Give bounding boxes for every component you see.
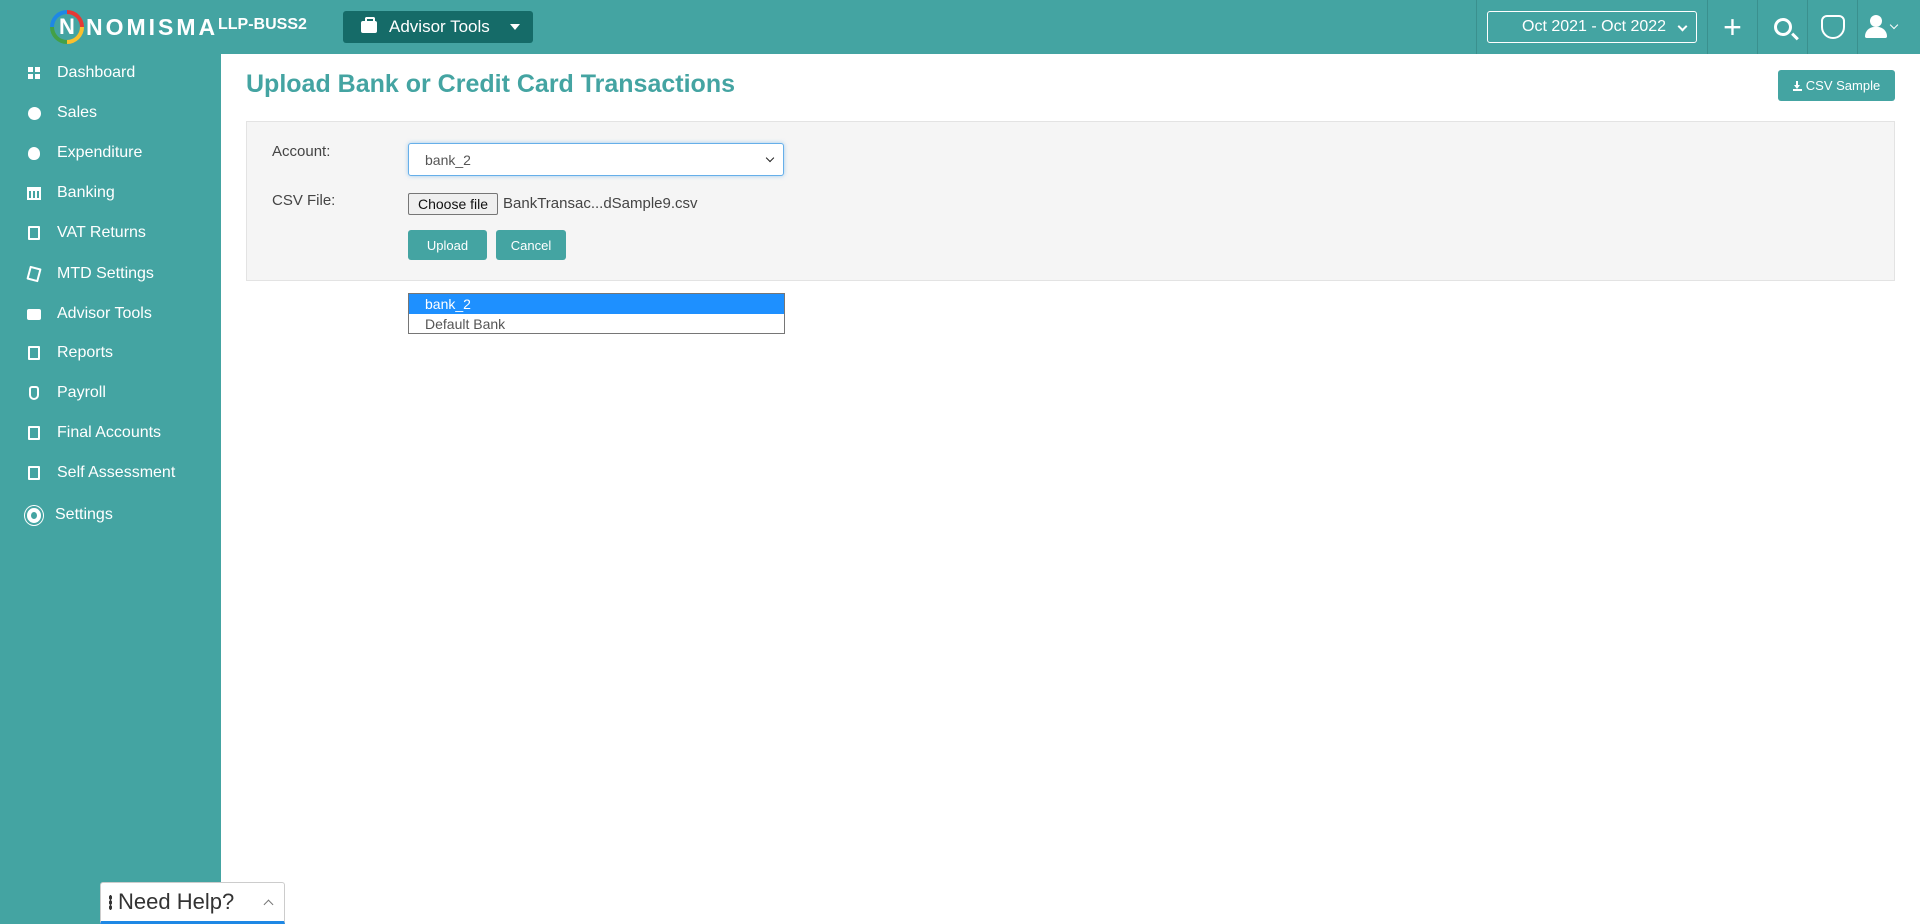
csv-sample-button[interactable]: CSV Sample: [1778, 70, 1895, 101]
chevron-down-icon: [765, 153, 775, 163]
period-select[interactable]: Oct 2021 - Oct 2022: [1487, 11, 1697, 43]
search-button[interactable]: [1757, 0, 1807, 54]
dashboard-icon: [27, 66, 41, 80]
top-divider: [1476, 0, 1477, 54]
sidebar-item-label: Expenditure: [57, 144, 143, 161]
sidebar-item-advisor-tools[interactable]: Advisor Tools: [0, 295, 221, 333]
need-help-widget[interactable]: Need Help?: [100, 882, 285, 924]
hmrc-crest-icon: [1820, 15, 1845, 39]
chevron-up-icon[interactable]: [263, 899, 274, 910]
chevron-down-icon: [1889, 20, 1899, 30]
download-icon: [1792, 80, 1802, 91]
mtd-icon: [26, 265, 42, 283]
advisor-tools-label: Advisor Tools: [389, 17, 490, 36]
sidebar-item-label: Banking: [57, 184, 115, 201]
sidebar-item-self-assessment[interactable]: Self Assessment: [0, 454, 221, 492]
sidebar-item-mtd-settings[interactable]: MTD Settings: [0, 255, 221, 293]
sidebar-item-label: Payroll: [57, 384, 106, 401]
sidebar-item-reports[interactable]: Reports: [0, 334, 221, 372]
company-name: LLP-BUSS2: [218, 16, 307, 33]
logo-letter: N: [54, 14, 80, 40]
account-select-value: bank_2: [425, 151, 471, 168]
advisor-tools-button[interactable]: Advisor Tools: [343, 11, 533, 43]
sidebar-item-label: Reports: [57, 344, 114, 361]
sales-icon: [27, 106, 41, 120]
drag-handle-icon[interactable]: [109, 894, 112, 910]
account-select[interactable]: bank_2: [408, 143, 784, 176]
logo-ring-icon: N: [50, 10, 84, 44]
self-assessment-icon: [27, 466, 41, 480]
sidebar-item-label: Self Assessment: [57, 464, 176, 481]
sidebar-item-label: Sales: [57, 104, 98, 121]
payroll-icon: [27, 386, 41, 400]
choose-file-button[interactable]: Choose file: [408, 193, 498, 215]
sidebar-item-label: MTD Settings: [57, 265, 154, 282]
sidebar-item-label: Advisor Tools: [57, 305, 152, 322]
sidebar-item-final-accounts[interactable]: Final Accounts: [0, 414, 221, 452]
sidebar-item-expenditure[interactable]: Expenditure: [0, 134, 221, 172]
sidebar-item-payroll[interactable]: Payroll: [0, 374, 221, 412]
reports-icon: [27, 346, 41, 360]
sidebar-item-settings[interactable]: Settings: [0, 496, 221, 534]
money-bag-icon: [27, 146, 41, 160]
sidebar-item-label: Dashboard: [57, 64, 136, 81]
top-bar: N NOMISMA LLP-BUSS2 Advisor Tools Oct 20…: [0, 0, 1920, 54]
logo-text: NOMISMA: [86, 13, 219, 40]
period-value: Oct 2021 - Oct 2022: [1522, 18, 1667, 35]
briefcase-icon: [361, 17, 377, 33]
csv-file-label: CSV File:: [272, 192, 336, 209]
add-button[interactable]: +: [1707, 0, 1757, 54]
account-label: Account:: [272, 143, 331, 160]
final-accounts-icon: [27, 426, 41, 440]
bank-icon: [27, 186, 41, 200]
user-menu-button[interactable]: [1857, 0, 1920, 54]
vat-icon: [27, 226, 41, 240]
caret-down-icon: [509, 24, 520, 30]
sidebar-item-label: Settings: [55, 506, 113, 523]
sidebar-item-sales[interactable]: Sales: [0, 94, 221, 132]
briefcase-icon: [27, 307, 41, 321]
selected-file-name: BankTransac...dSample9.csv: [503, 195, 698, 212]
account-dropdown-list: bank_2 Default Bank: [408, 293, 785, 334]
dropdown-option-default-bank[interactable]: Default Bank: [409, 314, 784, 334]
sidebar-item-vat-returns[interactable]: VAT Returns: [0, 214, 221, 252]
csv-sample-label: CSV Sample: [1805, 78, 1881, 93]
sidebar-item-label: VAT Returns: [57, 224, 146, 241]
nomisma-logo[interactable]: N NOMISMA: [50, 10, 218, 44]
cancel-button[interactable]: Cancel: [496, 230, 566, 260]
upload-button[interactable]: Upload: [408, 230, 487, 260]
hmrc-button[interactable]: [1807, 0, 1857, 54]
sidebar: Dashboard Sales Expenditure Banking VAT …: [0, 54, 221, 924]
chevron-down-icon: [1677, 21, 1688, 32]
sidebar-item-banking[interactable]: Banking: [0, 174, 221, 212]
need-help-label: Need Help?: [118, 889, 235, 914]
search-icon: [1773, 18, 1792, 36]
dropdown-option-bank-2[interactable]: bank_2: [409, 294, 784, 314]
gear-icon: [27, 507, 41, 523]
plus-icon: +: [1723, 9, 1742, 45]
sidebar-item-label: Final Accounts: [57, 424, 162, 441]
sidebar-item-dashboard[interactable]: Dashboard: [0, 54, 221, 92]
page-title: Upload Bank or Credit Card Transactions: [246, 70, 735, 98]
